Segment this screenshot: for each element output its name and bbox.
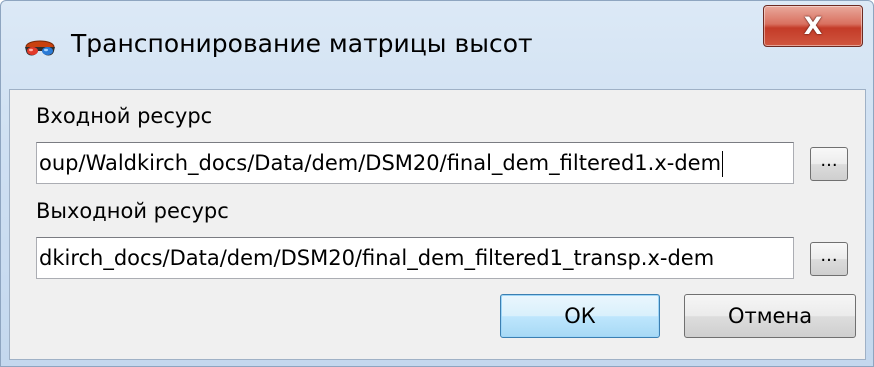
stereo-glasses-icon: [23, 31, 57, 65]
dialog-window: Транспонирование матрицы высот X Входной…: [0, 0, 874, 367]
close-button[interactable]: X: [763, 5, 863, 47]
close-icon: X: [803, 12, 823, 40]
text-caret: [722, 151, 724, 177]
title-bar[interactable]: Транспонирование матрицы высот X: [1, 1, 873, 89]
output-browse-button[interactable]: ...: [810, 242, 848, 276]
input-resource-value: oup/Waldkirch_docs/Data/dem/DSM20/final_…: [39, 151, 722, 175]
output-resource-label: Выходной ресурс: [36, 199, 229, 223]
ok-button[interactable]: ОК: [500, 294, 660, 338]
input-resource-field[interactable]: oup/Waldkirch_docs/Data/dem/DSM20/final_…: [36, 142, 794, 184]
cancel-button[interactable]: Отмена: [684, 294, 856, 338]
dialog-content: Входной ресурс oup/Waldkirch_docs/Data/d…: [9, 89, 866, 360]
output-resource-value: dkirch_docs/Data/dem/DSM20/final_dem_fil…: [39, 246, 715, 270]
window-title: Транспонирование матрицы высот: [71, 29, 533, 58]
ok-button-label: ОК: [564, 304, 596, 328]
output-resource-field[interactable]: dkirch_docs/Data/dem/DSM20/final_dem_fil…: [36, 237, 794, 279]
cancel-button-label: Отмена: [727, 304, 813, 328]
input-browse-button[interactable]: ...: [810, 147, 848, 181]
input-resource-label: Входной ресурс: [36, 104, 213, 128]
